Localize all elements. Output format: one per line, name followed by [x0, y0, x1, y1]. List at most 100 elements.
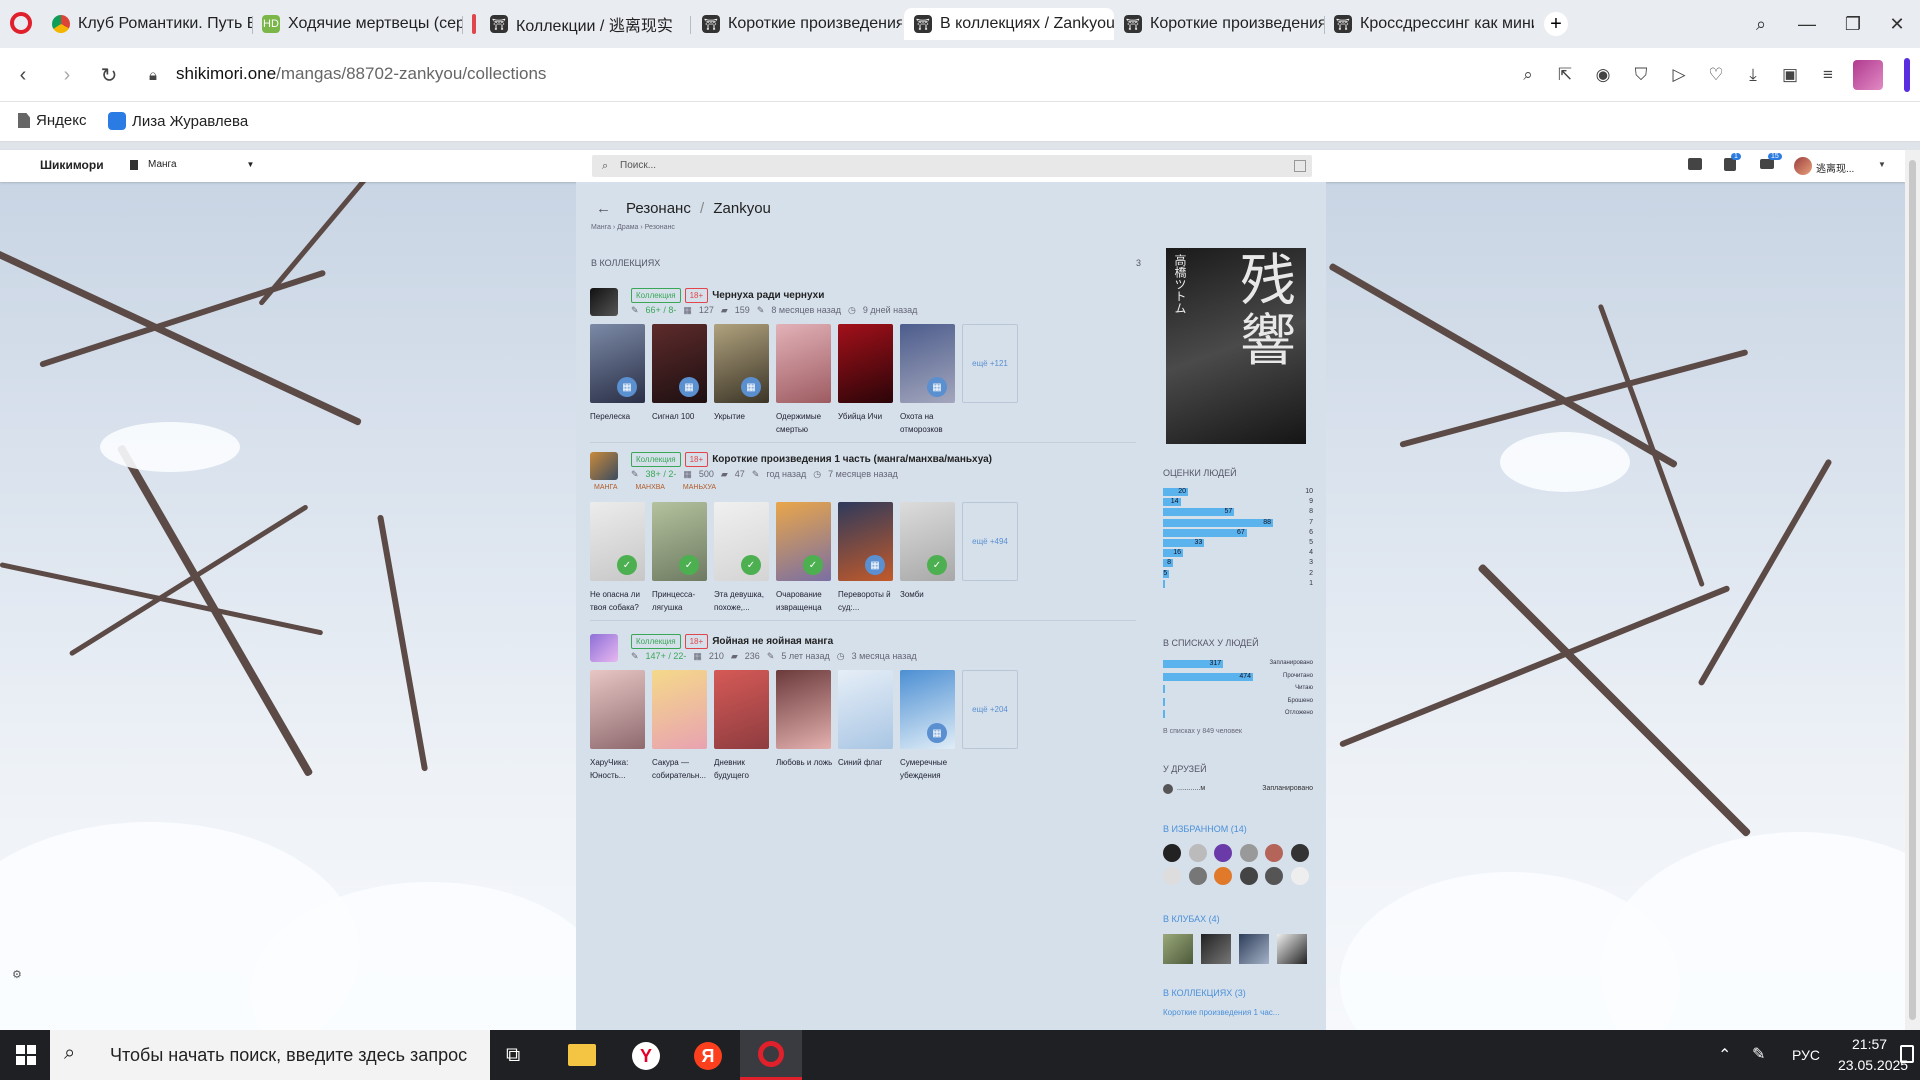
favorite-user-avatar[interactable] [1163, 867, 1181, 885]
taskbar-search[interactable]: ⌕ Чтобы начать поиск, введите здесь запр… [50, 1030, 490, 1080]
manga-cover[interactable]: ✓ [590, 502, 645, 581]
bookmark-yandex[interactable]: Яндекс [18, 112, 86, 129]
tab-4-active[interactable]: ⛩ В коллекциях / Zankyou [904, 8, 1114, 40]
kind-tag[interactable]: МАНЬХУА [683, 484, 716, 491]
favorite-user-avatar[interactable] [1188, 867, 1207, 885]
manga-cover[interactable]: ▦ [652, 324, 707, 403]
manga-title[interactable]: Одержимые смертью [776, 410, 834, 436]
collection-author-avatar[interactable] [590, 452, 618, 480]
favorite-user-avatar[interactable] [1188, 844, 1207, 862]
tab-6[interactable]: ⛩ Кроссдрессинг как мини [1324, 8, 1534, 40]
minimize-button[interactable]: — [1792, 10, 1822, 38]
clock-time[interactable]: 21:57 [1852, 1036, 1887, 1052]
collection-author-avatar[interactable] [590, 288, 618, 316]
messages-icon[interactable] [1688, 158, 1702, 170]
scrollbar-thumb[interactable] [1909, 160, 1916, 1020]
manga-cover[interactable] [776, 670, 831, 749]
maximize-button[interactable]: ❐ [1838, 10, 1868, 38]
user-name[interactable]: 逃离现... [1816, 160, 1854, 175]
checkmark-icon[interactable]: ✓ [927, 555, 947, 575]
kind-tag[interactable]: МАНГА [594, 484, 618, 491]
favorite-user-avatar[interactable] [1214, 867, 1232, 885]
camera-icon[interactable]: ◉ [1591, 63, 1615, 87]
collection-author-avatar[interactable] [590, 634, 618, 662]
section-selector[interactable]: Манга ▼ [130, 159, 254, 170]
show-more-button[interactable]: ещё +494 [962, 502, 1018, 581]
tab-3[interactable]: ⛩ Короткие произведения [692, 8, 902, 40]
manga-poster[interactable]: 残響 高橋ツトム [1166, 248, 1306, 444]
planned-icon[interactable]: ▦ [865, 555, 885, 575]
back-arrow-icon[interactable]: ← [596, 200, 611, 217]
language-indicator[interactable]: РУС [1792, 1047, 1820, 1063]
profile-avatar[interactable] [1853, 60, 1883, 90]
favorite-user-avatar[interactable] [1214, 844, 1232, 862]
favorite-user-avatar[interactable] [1163, 844, 1181, 862]
manga-title[interactable]: Не опасна ли твоя собака? [590, 588, 648, 614]
url-field[interactable]: shikimori.one/mangas/88702-zankyou/colle… [176, 64, 546, 84]
collection-title[interactable]: Яойная не яойная манга [712, 636, 833, 647]
manga-cover[interactable]: ✓ [900, 502, 955, 581]
planned-icon[interactable]: ▦ [741, 377, 761, 397]
manga-title[interactable]: Любовь и ложь [776, 756, 834, 769]
manga-cover[interactable] [652, 670, 707, 749]
friend-row[interactable]: ............м Запланировано [1163, 784, 1313, 796]
manga-cover[interactable] [838, 324, 893, 403]
club-thumb[interactable] [1163, 934, 1193, 964]
manga-cover[interactable]: ▦ [714, 324, 769, 403]
manga-cover[interactable]: ▦ [838, 502, 893, 581]
task-view-icon[interactable]: ⧉ [506, 1044, 520, 1067]
planned-icon[interactable]: ▦ [617, 377, 637, 397]
manga-title[interactable]: Сакура — собирательн... [652, 756, 710, 782]
manga-cover[interactable]: ✓ [714, 502, 769, 581]
kind-tag[interactable]: МАНХВА [636, 484, 665, 491]
planned-icon[interactable]: ▦ [679, 377, 699, 397]
checkmark-icon[interactable]: ✓ [741, 555, 761, 575]
opera-taskbar-icon[interactable] [740, 1030, 802, 1080]
favorite-user-avatar[interactable] [1265, 844, 1283, 862]
show-more-button[interactable]: ещё +121 [962, 324, 1018, 403]
manga-cover[interactable]: ✓ [776, 502, 831, 581]
search-filter-icon[interactable] [1294, 160, 1306, 172]
manga-title[interactable]: Сумеречные убеждения [900, 756, 958, 782]
clock-date[interactable]: 23.05.2025 [1838, 1057, 1908, 1073]
manga-cover[interactable]: ✓ [652, 502, 707, 581]
clubs-heading[interactable]: В КЛУБАХ (4) [1163, 914, 1220, 924]
collection-link[interactable]: Короткие произведения 1 час... [1163, 1008, 1279, 1017]
breadcrumb[interactable]: Манга › Драма › Резонанс [591, 224, 675, 231]
snapshot-icon[interactable]: ▣ [1778, 63, 1802, 87]
lock-icon[interactable]: 🔒︎ [140, 62, 166, 88]
tab-5[interactable]: ⛩ Короткие произведения [1114, 8, 1324, 40]
zoom-icon[interactable]: ⌕ [1516, 63, 1540, 87]
tab-0[interactable]: Клуб Романтики. Путь Ва [42, 8, 252, 40]
yandex-browser-icon[interactable]: Y [632, 1042, 660, 1070]
collection-title[interactable]: Короткие произведения 1 часть (манга/ман… [712, 454, 992, 465]
manga-cover[interactable] [714, 670, 769, 749]
reload-button[interactable]: ↻ [96, 62, 122, 88]
mail-icon[interactable] [1760, 159, 1774, 169]
manga-title[interactable]: Укрытие [714, 410, 772, 423]
tab-1[interactable]: HD Ходячие мертвецы (сери [252, 8, 462, 40]
yandex-icon[interactable]: Я [694, 1042, 722, 1070]
favorite-user-avatar[interactable] [1239, 844, 1258, 862]
start-button[interactable] [16, 1045, 36, 1065]
tab-2[interactable]: ⛩ Коллекции / 逃离现实 [480, 8, 690, 40]
shield-icon[interactable]: ⛉ [1629, 63, 1653, 87]
menu-icon[interactable]: ≡ [1816, 63, 1840, 87]
checkmark-icon[interactable]: ✓ [617, 555, 637, 575]
heart-icon[interactable]: ♡ [1704, 63, 1728, 87]
favorites-heading[interactable]: В ИЗБРАННОМ (14) [1163, 824, 1247, 834]
manga-cover[interactable] [590, 670, 645, 749]
user-menu-chevron-icon[interactable]: ▼ [1878, 160, 1886, 169]
manga-title[interactable]: ХаруЧика: Юность... [590, 756, 648, 782]
club-thumb[interactable] [1277, 934, 1307, 964]
favorite-user-avatar[interactable] [1239, 867, 1258, 885]
opera-logo-icon[interactable] [10, 12, 32, 34]
favorite-user-avatar[interactable] [1290, 844, 1309, 862]
manga-title[interactable]: Охота на отморозков [900, 410, 958, 436]
pen-icon[interactable]: ✎ [1752, 1044, 1765, 1064]
site-brand[interactable]: Шикимори [40, 158, 104, 172]
collections-heading[interactable]: В КОЛЛЕКЦИЯХ (3) [1163, 988, 1246, 998]
manga-cover[interactable] [838, 670, 893, 749]
manga-title[interactable]: Убийца Ичи [838, 410, 896, 423]
manga-title[interactable]: Эта девушка, похоже,... [714, 588, 772, 614]
